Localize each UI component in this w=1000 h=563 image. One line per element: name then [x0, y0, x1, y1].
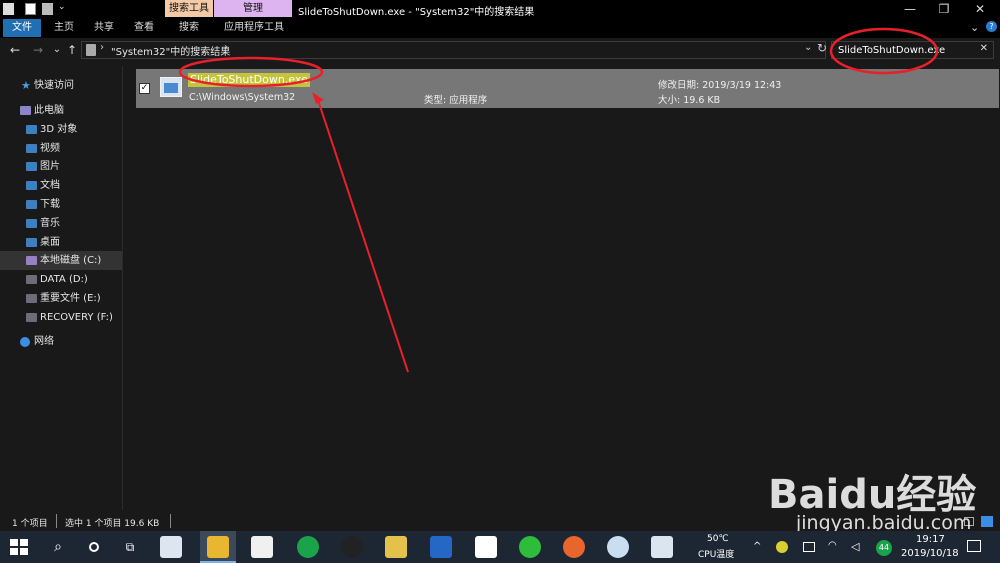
task-view-icon[interactable]: ⧉	[119, 536, 141, 558]
status-divider	[170, 514, 171, 528]
annotation-arrow-shaft	[317, 99, 409, 373]
file-explorer-icon[interactable]	[207, 536, 229, 558]
annotation-circle-searchbox	[829, 27, 939, 75]
notification-center-icon[interactable]	[967, 540, 981, 552]
clock-time[interactable]: 19:17	[916, 534, 945, 545]
music-app-icon[interactable]	[563, 536, 585, 558]
status-item-count: 1 个项目	[12, 519, 48, 529]
cortana-icon[interactable]	[83, 536, 105, 558]
clock-date[interactable]: 2019/10/18	[901, 548, 959, 559]
cpu-temp-label: CPU温度	[698, 550, 735, 560]
slidetoshutdown-taskbar-icon[interactable]	[651, 536, 673, 558]
taskbar	[0, 531, 1000, 563]
screen: ⌄ 搜索工具 管理 SlideToShutDown.exe - "System3…	[0, 0, 1000, 563]
status-selection: 选中 1 个项目 19.6 KB	[65, 519, 160, 529]
annotation-arrow-head	[312, 92, 324, 104]
large-icons-view-icon[interactable]	[981, 516, 993, 527]
qq-icon[interactable]	[341, 536, 363, 558]
wechat-icon[interactable]	[519, 536, 541, 558]
pdf-app-icon[interactable]	[385, 536, 407, 558]
browser-icon[interactable]	[297, 536, 319, 558]
pinwheel-app-icon[interactable]	[160, 536, 182, 558]
annotation-circle-filename	[178, 56, 324, 88]
tray-badge[interactable]: 44	[876, 540, 892, 556]
volume-icon[interactable]: ◁	[851, 540, 859, 553]
red-app-icon[interactable]	[475, 536, 497, 558]
tool-app-icon[interactable]	[430, 536, 452, 558]
wifi-icon[interactable]: ◠	[828, 540, 837, 551]
status-divider	[56, 514, 57, 528]
store-icon[interactable]	[251, 536, 273, 558]
tray-expand-icon[interactable]: ^	[753, 541, 761, 552]
start-button[interactable]	[8, 536, 30, 558]
chat-app-icon[interactable]	[607, 536, 629, 558]
cpu-temp-value: 50℃	[707, 534, 729, 544]
search-taskbar-icon[interactable]: ⌕	[47, 536, 69, 558]
battery-icon[interactable]	[803, 542, 815, 552]
security-tray-icon[interactable]	[776, 541, 788, 553]
